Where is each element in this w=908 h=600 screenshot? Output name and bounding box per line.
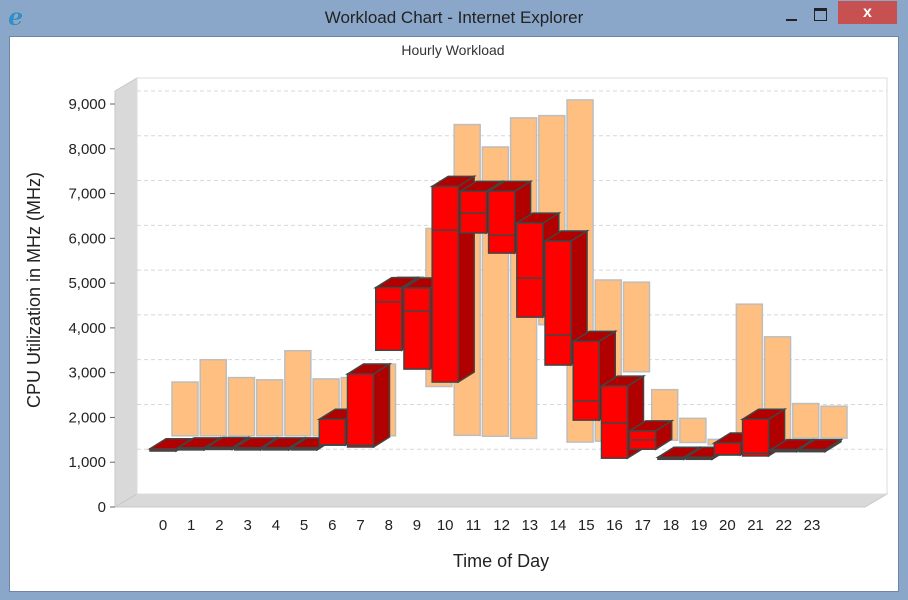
floor (113, 493, 889, 508)
x-tick-label: 10 (437, 517, 454, 534)
x-tick-label: 23 (804, 517, 821, 534)
range-bar (622, 281, 651, 373)
chart-title: Hourly Workload (401, 42, 504, 58)
x-tick-label: 7 (356, 517, 364, 534)
x-tick-label: 17 (634, 517, 651, 534)
x-tick-label: 19 (691, 517, 708, 534)
range-bar (792, 402, 820, 439)
x-tick-label: 4 (272, 517, 280, 534)
y-tick-label: 9,000 (68, 96, 106, 113)
x-tick-label: 5 (300, 517, 308, 534)
browser-window: e Workload Chart - Internet Explorer x H… (0, 0, 908, 600)
box-front-face (516, 222, 544, 318)
box-side-face (372, 362, 391, 449)
y-tick-label: 7,000 (68, 186, 106, 203)
box-front-face (318, 418, 347, 446)
y-tick-label: 5,000 (68, 275, 106, 292)
y-tick-label: 6,000 (68, 230, 106, 247)
x-tick-label: 11 (466, 517, 482, 534)
range-bar (171, 381, 199, 437)
x-tick-label: 15 (578, 517, 595, 534)
box-front-face (459, 190, 488, 234)
workload-chart: Hourly Workload 0 1,000 2,000 3,000 4,000 5,0… (24, 42, 889, 571)
x-tick-label: 8 (385, 517, 393, 534)
x-tick-label: 22 (775, 517, 792, 534)
y-axis-title: CPU Utilization in MHz (MHz) (24, 172, 44, 408)
x-tick-label: 12 (493, 517, 510, 534)
x-tick-label: 2 (215, 517, 223, 534)
x-tick-label: 18 (663, 517, 680, 534)
y-tick-label: 0 (98, 499, 106, 516)
box-front-face (403, 287, 431, 370)
x-tick-label: 21 (747, 517, 764, 534)
box-front-face (374, 286, 403, 352)
x-tick-label: 6 (328, 517, 336, 534)
x-tick-label: 13 (521, 517, 538, 534)
x-tick-label: 0 (159, 517, 167, 534)
x-tick-label: 9 (413, 517, 421, 534)
range-bar (255, 379, 284, 437)
box-front-face (431, 185, 459, 383)
range-bar (284, 349, 312, 437)
x-tick-label: 3 (243, 517, 251, 534)
x-tick-label: 20 (719, 517, 736, 534)
box-front-face (544, 240, 572, 366)
box-front-face (346, 373, 375, 448)
box-front-face (487, 190, 516, 254)
range-bar (199, 358, 227, 437)
y-tick-label: 3,000 (68, 365, 106, 382)
range-bar (679, 417, 707, 444)
range-bar (227, 376, 256, 437)
box-front-face (713, 442, 742, 456)
y-tick-label: 8,000 (68, 141, 106, 158)
box-front-face (572, 340, 601, 421)
box-front-face (741, 418, 770, 457)
box-7 (344, 362, 393, 449)
y-tick-label: 1,000 (68, 454, 106, 471)
x-axis-title: Time of Day (453, 551, 549, 571)
range-bar (820, 405, 848, 439)
y-tick-label: 4,000 (68, 320, 106, 337)
x-tick-label: 16 (606, 517, 623, 534)
x-tick-label: 1 (187, 517, 195, 534)
x-tick-label: 14 (550, 517, 567, 534)
y-tick-label: 2,000 (68, 409, 106, 426)
